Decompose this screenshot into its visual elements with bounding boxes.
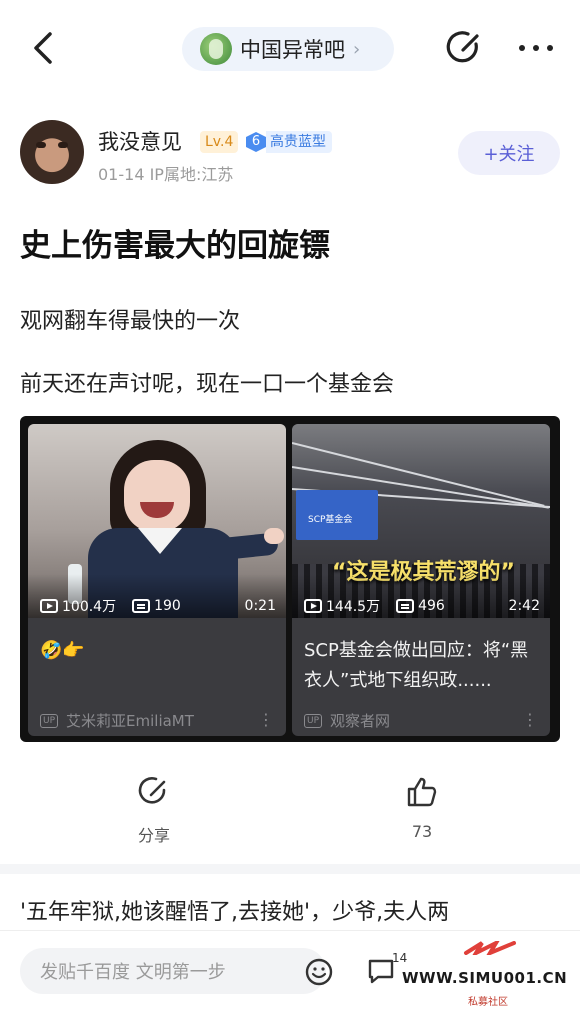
- video-stats: 144.5万 496 2:42: [304, 596, 540, 616]
- uploader-icon: UP: [40, 713, 59, 728]
- watermark-subtext: 私募社区: [468, 997, 508, 1008]
- chevron-right-icon: ›: [353, 38, 361, 60]
- play-count-icon: [40, 599, 58, 613]
- honor-title: 高贵蓝型: [266, 131, 332, 153]
- forum-name: 中国异常吧: [240, 38, 345, 62]
- video-card[interactable]: 100.4万 190 0:21 🤣👉 UP 艾米莉亚EmiliaMT ⋮: [28, 424, 286, 736]
- post-text-line: 观网翻车得最快的一次: [20, 309, 241, 334]
- next-post-teaser[interactable]: '五年牢狱,她该醒悟了,去接她'，少爷,夫人两: [20, 894, 449, 926]
- video-stats: 100.4万 190 0:21: [40, 596, 276, 616]
- bottom-bar: 发贴千百度 文明第一步 14 WWW.SIMU001.CN 私募社区: [0, 930, 580, 1013]
- video-caption: 🤣👉: [40, 640, 85, 661]
- video-caption: SCP基金会做出回应：将“黑衣人”式地下组织政......: [304, 640, 529, 691]
- share-label: 分享: [137, 826, 170, 845]
- danmaku-icon: [132, 599, 151, 613]
- view-count: 144.5万: [326, 599, 381, 615]
- video-more-icon[interactable]: ⋮: [258, 710, 274, 729]
- author-name[interactable]: 我没意见: [98, 126, 182, 156]
- conference-screen: SCP基金会: [296, 490, 378, 540]
- video-source: UP 艾米莉亚EmiliaMT: [40, 710, 194, 731]
- like-count: 73: [411, 822, 433, 841]
- more-icon[interactable]: [516, 34, 556, 62]
- play-count-icon: [304, 599, 322, 613]
- danmaku-count: 496: [418, 598, 445, 614]
- level-badge: Lv.4: [200, 131, 239, 153]
- back-icon[interactable]: [26, 28, 62, 68]
- video-card[interactable]: SCP基金会 “这是极其荒谬的” 144.5万 496 2:42 SCP基金会做…: [292, 424, 550, 736]
- danmaku-icon: [396, 599, 415, 613]
- thumbs-up-icon: [407, 777, 437, 807]
- danmaku-count: 190: [154, 598, 181, 614]
- video-thumbnail: 100.4万 190 0:21: [28, 424, 286, 618]
- section-divider: [0, 864, 580, 874]
- screen-text: SCP基金会: [308, 515, 353, 525]
- post-title: 史上伤害最大的回旋镖: [20, 228, 330, 264]
- post-text-line: 前天还在声讨呢，现在一口一个基金会: [20, 372, 395, 397]
- comment-placeholder: 发贴千百度 文明第一步: [40, 962, 226, 983]
- video-more-icon[interactable]: ⋮: [522, 710, 538, 729]
- face-shape: [124, 460, 190, 532]
- video-grid: 100.4万 190 0:21 🤣👉 UP 艾米莉亚EmiliaMT ⋮ SCP…: [20, 416, 560, 742]
- uploader-icon: UP: [304, 713, 323, 728]
- view-count: 100.4万: [62, 599, 117, 615]
- follow-button[interactable]: +关注: [458, 131, 560, 175]
- uploader-name: 艾米莉亚EmiliaMT: [66, 712, 194, 730]
- comment-input[interactable]: 发贴千百度 文明第一步: [20, 948, 333, 994]
- edit-icon[interactable]: [446, 28, 484, 68]
- post-meta: 01-14 IP属地:江苏: [98, 165, 234, 184]
- forum-link[interactable]: 中国异常吧 ›: [182, 27, 394, 71]
- uploader-name: 观察者网: [330, 712, 391, 730]
- top-bar: 中国异常吧 ›: [0, 0, 580, 100]
- video-source: UP 观察者网: [304, 710, 390, 731]
- video-duration: 0:21: [244, 598, 276, 614]
- share-button[interactable]: 分享: [124, 774, 184, 846]
- author-avatar[interactable]: [20, 120, 84, 184]
- watermark-logo-icon: [464, 941, 516, 955]
- emoji-icon[interactable]: [304, 957, 334, 987]
- like-button[interactable]: 73: [392, 774, 452, 841]
- honor-level: 6: [246, 132, 266, 152]
- watermark-text: WWW.SIMU001.CN: [402, 969, 568, 987]
- share-icon: [138, 777, 166, 804]
- hand-shape: [264, 528, 284, 544]
- honor-badge: 6 高贵蓝型: [246, 131, 332, 153]
- video-thumbnail: SCP基金会 “这是极其荒谬的” 144.5万 496 2:42: [292, 424, 550, 618]
- video-duration: 2:42: [508, 598, 540, 614]
- watermark: WWW.SIMU001.CN 私募社区: [402, 941, 580, 1013]
- forum-avatar: [200, 33, 232, 65]
